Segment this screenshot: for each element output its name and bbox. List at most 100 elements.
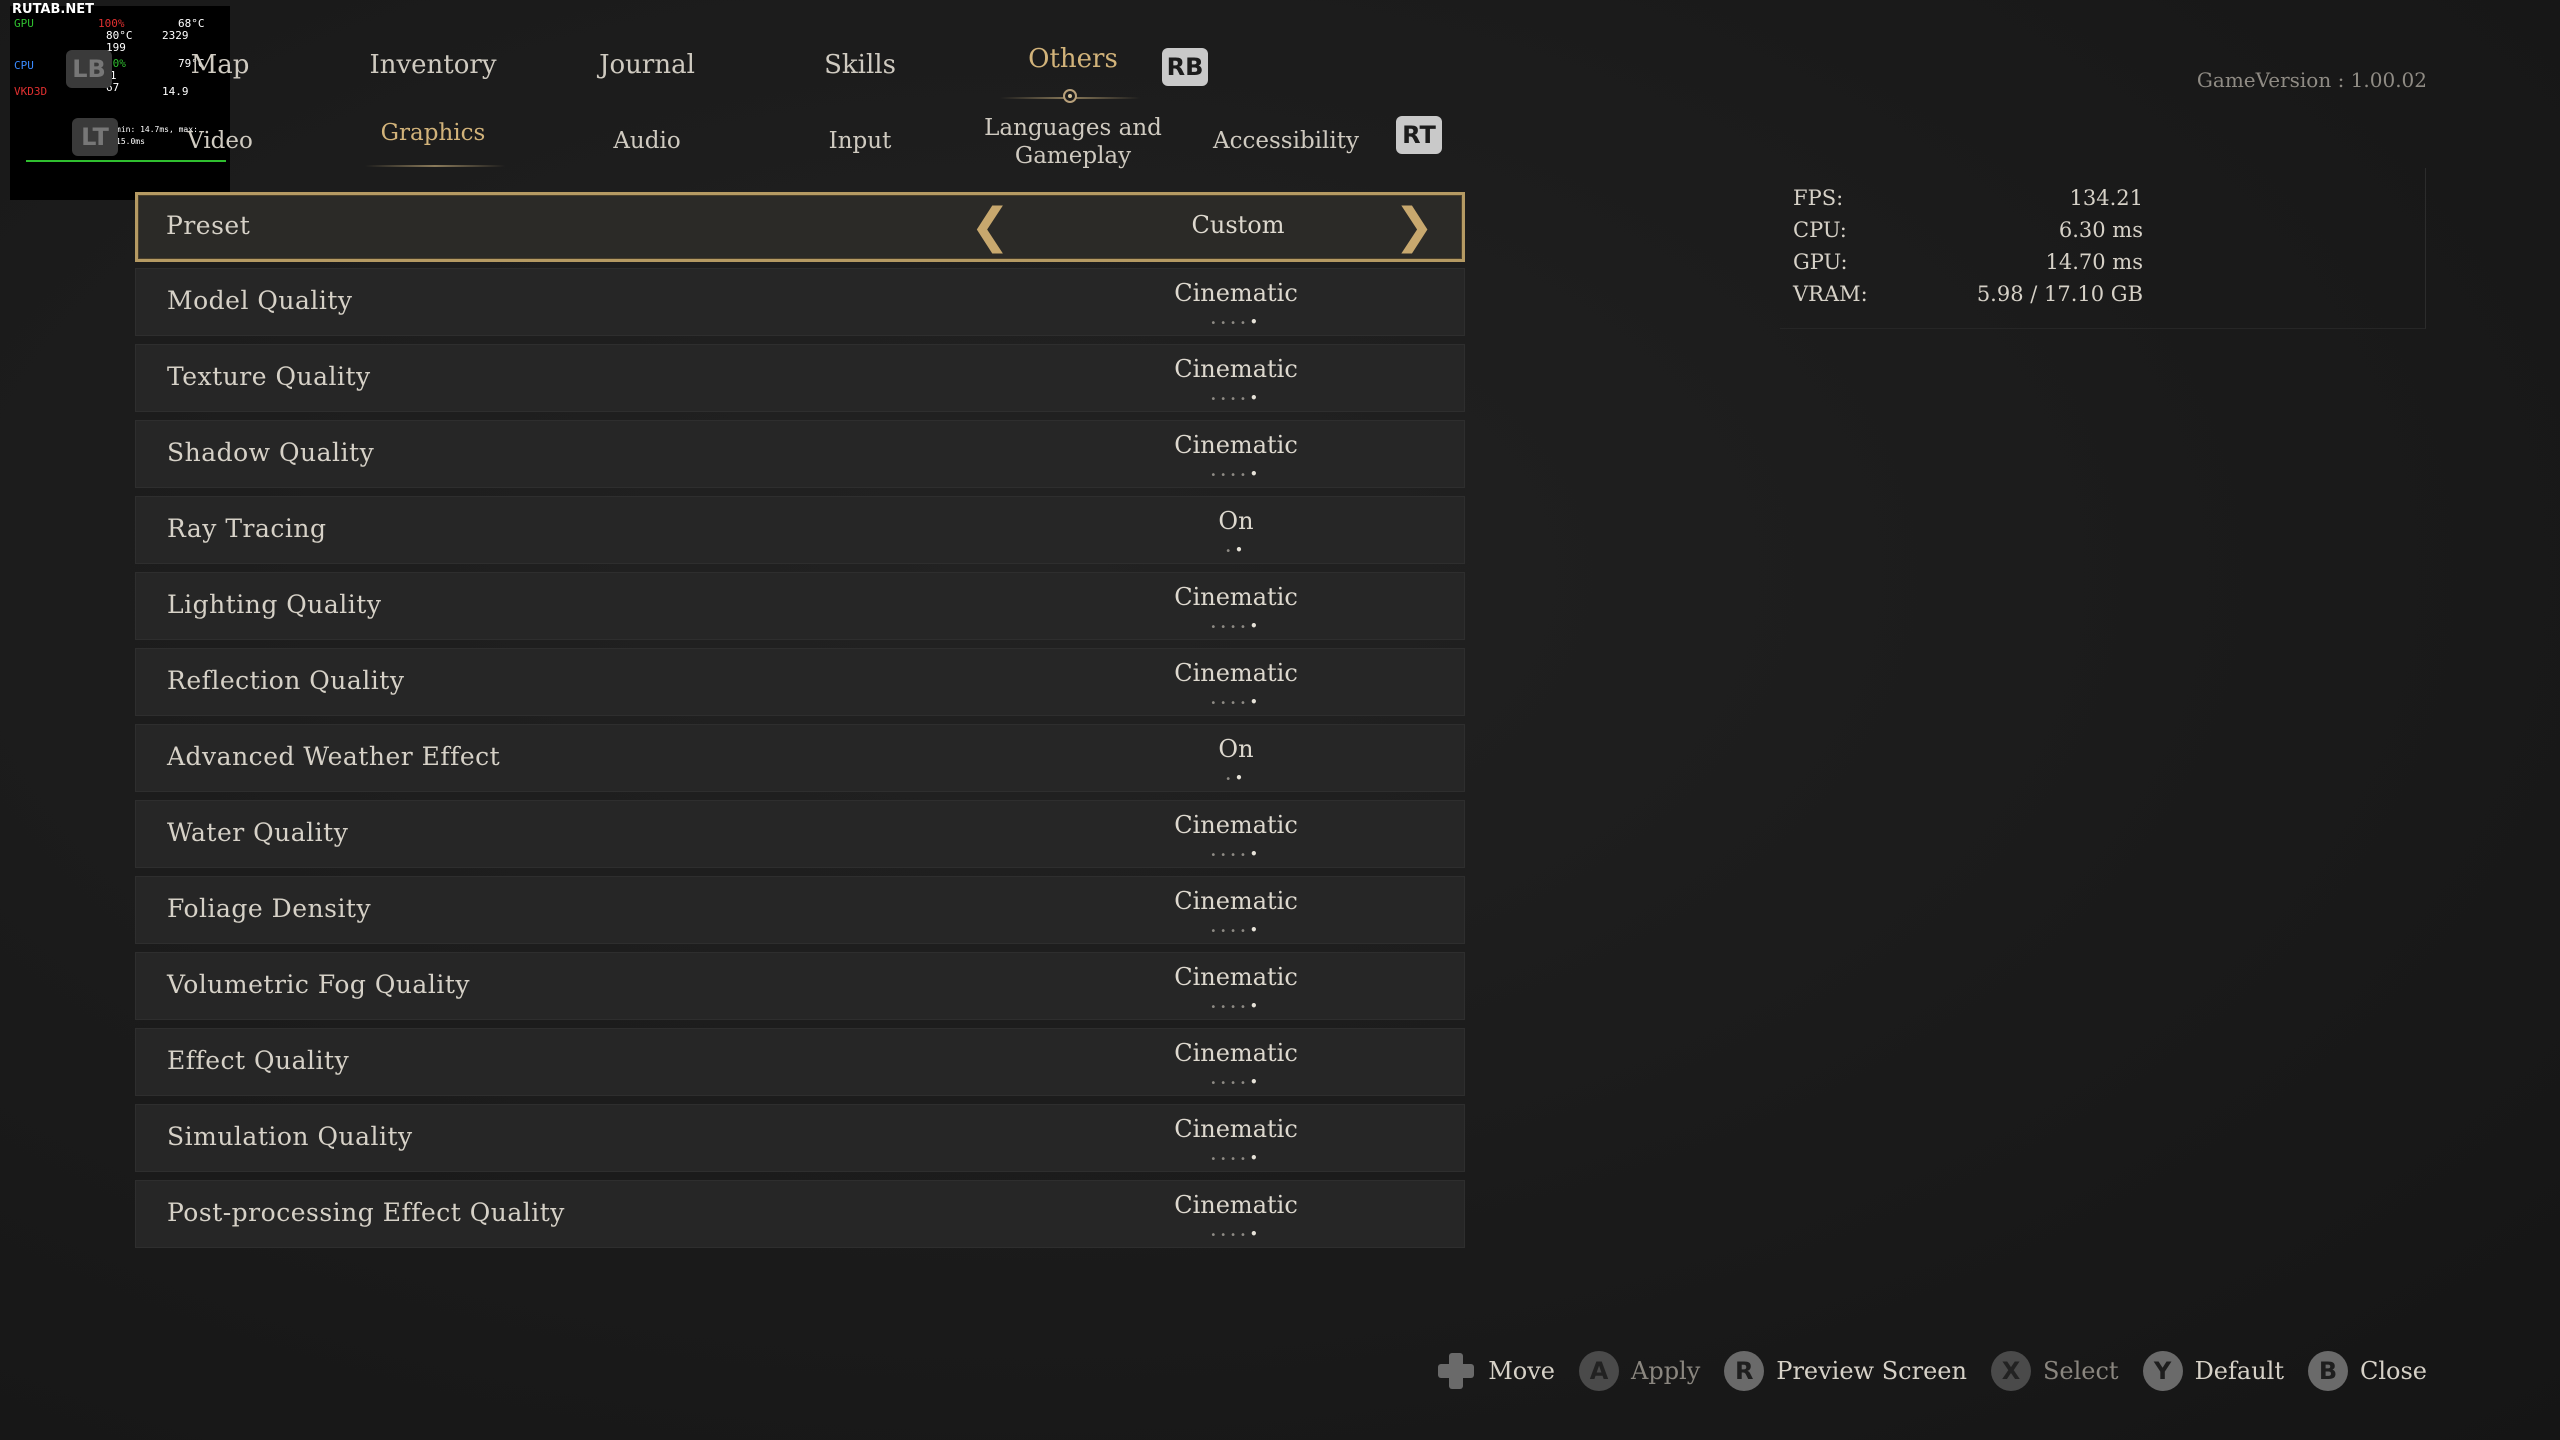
setting-label: Texture Quality xyxy=(167,362,371,391)
y-button-icon: Y xyxy=(2142,1351,2183,1391)
setting-row[interactable]: Model Quality Cinematic ••••• xyxy=(135,268,1465,336)
setting-label: Simulation Quality xyxy=(167,1122,413,1151)
setting-level-indicator: ••••• xyxy=(1210,391,1262,405)
setting-label: Model Quality xyxy=(167,286,353,315)
hint-close[interactable]: B Close xyxy=(2307,1351,2427,1391)
hint-select[interactable]: X Select xyxy=(1990,1351,2119,1391)
setting-row[interactable]: Simulation Quality Cinematic ••••• xyxy=(135,1104,1465,1172)
setting-label: Ray Tracing xyxy=(167,514,327,543)
setting-row[interactable]: Volumetric Fog Quality Cinematic ••••• xyxy=(135,952,1465,1020)
button-hints: Move A Apply R Preview Screen X Select Y Def… xyxy=(1436,1350,2427,1392)
stat-gpu-label: GPU: xyxy=(1793,250,1848,274)
setting-value: On xyxy=(1218,507,1254,535)
subtab-video[interactable]: Video xyxy=(120,128,320,154)
setting-row[interactable]: Ray Tracing On •• xyxy=(135,496,1465,564)
overlay-frametime-graph xyxy=(26,160,226,162)
subtab-graphics[interactable]: Graphics xyxy=(333,120,533,146)
setting-value: Cinematic xyxy=(1174,887,1298,915)
setting-level-indicator: •• xyxy=(1225,543,1247,557)
hint-apply-label: Apply xyxy=(1631,1357,1701,1385)
lt-button-icon[interactable]: LT xyxy=(72,118,118,156)
subtab-languages-gameplay[interactable]: Languages and Gameplay xyxy=(983,114,1163,170)
setting-label: Water Quality xyxy=(167,818,349,847)
setting-row[interactable]: Effect Quality Cinematic ••••• xyxy=(135,1028,1465,1096)
lb-button-icon[interactable]: LB xyxy=(66,50,112,88)
hint-apply[interactable]: A Apply xyxy=(1579,1351,1700,1391)
x-button-icon: X xyxy=(1990,1351,2031,1391)
tab-map[interactable]: Map xyxy=(130,50,310,80)
overlay-gpu-clock: 2329 xyxy=(162,29,189,42)
stat-fps-label: FPS: xyxy=(1793,186,1844,210)
hint-close-label: Close xyxy=(2359,1357,2427,1385)
setting-row[interactable]: Texture Quality Cinematic ••••• xyxy=(135,344,1465,412)
rt-button-icon[interactable]: RT xyxy=(1396,116,1442,154)
hint-move[interactable]: Move xyxy=(1436,1351,1555,1391)
setting-row[interactable]: Post-processing Effect Quality Cinematic •… xyxy=(135,1180,1465,1248)
overlay-site: RUTAB.NET xyxy=(12,2,94,17)
setting-label: Volumetric Fog Quality xyxy=(167,970,470,999)
setting-value: Cinematic xyxy=(1174,355,1298,383)
setting-level-indicator: ••••• xyxy=(1210,1075,1262,1089)
stat-gpu: GPU: 14.70 ms xyxy=(1793,250,2143,282)
active-subtab-underline xyxy=(365,165,505,167)
setting-level-indicator: ••••• xyxy=(1210,923,1262,937)
stat-cpu-label: CPU: xyxy=(1793,218,1847,242)
stat-vram: VRAM: 5.98 / 17.10 GB xyxy=(1793,282,2143,314)
stat-cpu: CPU: 6.30 ms xyxy=(1793,218,2143,250)
setting-row[interactable]: Lighting Quality Cinematic ••••• xyxy=(135,572,1465,640)
dpad-icon xyxy=(1436,1351,1476,1391)
subtab-accessibility[interactable]: Accessibility xyxy=(1186,128,1386,154)
preset-prev-arrow-icon[interactable]: ❮ xyxy=(970,201,1010,251)
hint-move-label: Move xyxy=(1488,1357,1555,1385)
overlay-api: VKD3D xyxy=(14,85,48,98)
setting-value: Cinematic xyxy=(1174,1039,1298,1067)
hint-preview-screen[interactable]: R Preview Screen xyxy=(1724,1351,1967,1391)
rb-button-icon[interactable]: RB xyxy=(1162,48,1208,86)
setting-row[interactable]: Water Quality Cinematic ••••• xyxy=(135,800,1465,868)
tab-skills[interactable]: Skills xyxy=(770,50,950,80)
setting-label: Effect Quality xyxy=(167,1046,350,1075)
setting-value: Cinematic xyxy=(1174,659,1298,687)
setting-value: Cinematic xyxy=(1174,431,1298,459)
overlay-cpu-label: CPU xyxy=(14,59,34,72)
preset-value: Custom xyxy=(1191,211,1285,239)
b-button-icon: B xyxy=(2307,1351,2348,1391)
setting-value: Cinematic xyxy=(1174,279,1298,307)
stat-gpu-value: 14.70 ms xyxy=(2045,250,2143,274)
subtab-audio[interactable]: Audio xyxy=(547,128,747,154)
subtab-input[interactable]: Input xyxy=(760,128,960,154)
setting-label: Post-processing Effect Quality xyxy=(167,1198,565,1227)
graphics-settings-list: Preset ❮ Custom ❯ Model Quality Cinematic… xyxy=(135,192,1465,1256)
setting-level-indicator: ••••• xyxy=(1210,1227,1262,1241)
tab-journal[interactable]: Journal xyxy=(557,50,737,80)
hint-select-label: Select xyxy=(2042,1357,2119,1385)
setting-level-indicator: •• xyxy=(1225,771,1247,785)
setting-label: Foliage Density xyxy=(167,894,372,923)
overlay-gpu-label: GPU xyxy=(14,17,34,30)
hint-preview-label: Preview Screen xyxy=(1776,1357,1967,1385)
performance-stats: FPS: 134.21 CPU: 6.30 ms GPU: 14.70 ms VRAM… xyxy=(1793,186,2143,314)
tab-others[interactable]: Others xyxy=(983,44,1163,74)
active-tab-dot-icon xyxy=(1063,89,1077,103)
tab-inventory[interactable]: Inventory xyxy=(343,50,523,80)
setting-level-indicator: ••••• xyxy=(1210,999,1262,1013)
preset-row[interactable]: Preset ❮ Custom ❯ xyxy=(135,192,1465,262)
setting-row[interactable]: Advanced Weather Effect On •• xyxy=(135,724,1465,792)
setting-row[interactable]: Foliage Density Cinematic ••••• xyxy=(135,876,1465,944)
setting-label: Reflection Quality xyxy=(167,666,405,695)
right-stick-icon: R xyxy=(1724,1351,1765,1391)
game-version: GameVersion : 1.00.02 xyxy=(2196,68,2427,92)
hint-default[interactable]: Y Default xyxy=(2142,1351,2284,1391)
setting-value: Cinematic xyxy=(1174,1191,1298,1219)
setting-row[interactable]: Reflection Quality Cinematic ••••• xyxy=(135,648,1465,716)
preset-next-arrow-icon[interactable]: ❯ xyxy=(1394,201,1434,251)
setting-label: Advanced Weather Effect xyxy=(167,742,501,771)
setting-value: Cinematic xyxy=(1174,583,1298,611)
stat-fps: FPS: 134.21 xyxy=(1793,186,2143,218)
preset-label: Preset xyxy=(166,211,251,240)
setting-level-indicator: ••••• xyxy=(1210,1151,1262,1165)
setting-row[interactable]: Shadow Quality Cinematic ••••• xyxy=(135,420,1465,488)
stat-vram-label: VRAM: xyxy=(1793,282,1868,306)
hint-default-label: Default xyxy=(2194,1357,2284,1385)
setting-label: Shadow Quality xyxy=(167,438,375,467)
